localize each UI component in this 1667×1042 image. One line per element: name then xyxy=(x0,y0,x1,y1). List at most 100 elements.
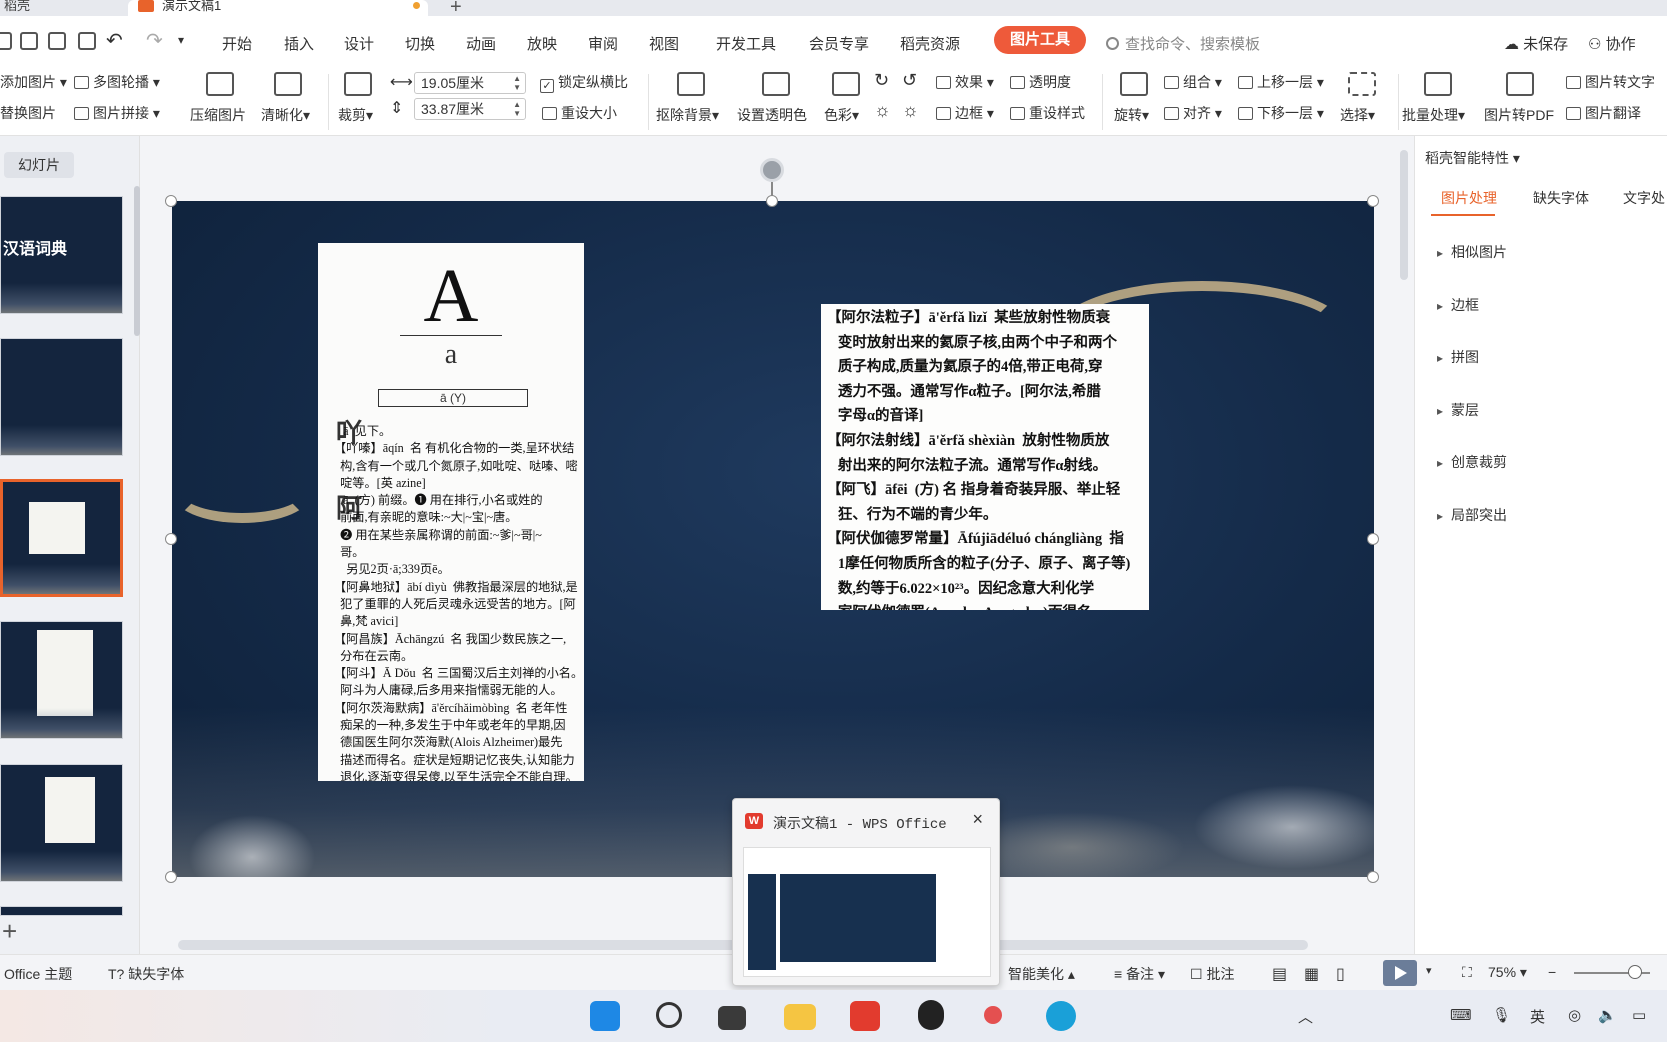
replace-image-button[interactable]: 替换图片 xyxy=(0,103,56,123)
quick-access-dropdown-icon[interactable]: ▾ xyxy=(178,33,184,47)
width-stepper-icon[interactable]: ▲ ▼ xyxy=(513,74,521,92)
resize-handle[interactable] xyxy=(1367,871,1379,883)
menu-docer-resources[interactable]: 稻壳资源 xyxy=(900,33,960,54)
menu-member[interactable]: 会员专享 xyxy=(809,33,869,54)
dictionary-page-image-right[interactable]: 【阿尔法粒子】ā'ěrfǎ lìzǐ 某些放射性物质衰 变时放射出来的氦原子核,… xyxy=(821,304,1149,610)
tab-image-processing[interactable]: 图片处理 xyxy=(1441,188,1497,208)
theme-name[interactable]: Office 主题 xyxy=(4,964,72,984)
brightness-down-icon[interactable]: ↺ xyxy=(902,70,917,91)
slide-thumbnail-6[interactable] xyxy=(0,906,123,916)
file-menu-icon[interactable] xyxy=(0,32,12,50)
height-stepper-icon[interactable]: ▲ ▼ xyxy=(513,100,521,118)
current-slide[interactable]: A a ā (Y) 吖 阿 ā 见下。 【吖嗪】āqín 名 有机化合物的一类,… xyxy=(172,201,1374,877)
preview-thumbnail[interactable] xyxy=(743,847,991,977)
add-image-button[interactable]: 添加图片 ▾ xyxy=(0,72,67,92)
image-merge-button[interactable]: 图片拼接 ▾ xyxy=(74,103,160,123)
menu-animation[interactable]: 动画 xyxy=(466,33,496,54)
start-menu-icon[interactable] xyxy=(590,1001,620,1031)
group-button[interactable]: 组合 ▾ xyxy=(1164,72,1222,92)
reading-view-icon[interactable]: ▯ xyxy=(1336,964,1345,984)
item-local-highlight[interactable]: 局部突出 xyxy=(1437,505,1507,525)
slide-thumbnail-5[interactable] xyxy=(0,764,123,882)
bring-forward-button[interactable]: 上移一层 ▾ xyxy=(1238,72,1324,92)
height-field[interactable]: 33.87厘米 ▲ ▼ xyxy=(414,98,526,120)
panel-title[interactable]: 稻壳智能特性 ▾ xyxy=(1425,148,1520,168)
multi-carousel-button[interactable]: 多图轮播 ▾ xyxy=(74,72,160,92)
normal-view-icon[interactable]: ▤ xyxy=(1272,964,1287,984)
item-creative-crop[interactable]: 创意裁剪 xyxy=(1437,452,1507,472)
contrast-down-icon[interactable]: ☼ xyxy=(902,100,919,121)
command-search[interactable]: 查找命令、搜索模板 xyxy=(1106,33,1260,54)
menu-design[interactable]: 设计 xyxy=(344,33,374,54)
rotate-button[interactable]: 旋转▾ xyxy=(1114,105,1149,125)
menu-transition[interactable]: 切换 xyxy=(405,33,435,54)
compress-image-button[interactable]: 压缩图片 xyxy=(190,105,246,125)
contrast-up-icon[interactable]: ☼ xyxy=(874,100,891,121)
slide-thumbnail-1[interactable]: 汉语词典 xyxy=(0,196,123,314)
file-explorer-icon[interactable] xyxy=(784,1004,816,1030)
resize-handle[interactable] xyxy=(1367,533,1379,545)
resize-handle[interactable] xyxy=(766,195,778,207)
redo-icon[interactable]: ↷ xyxy=(146,28,163,53)
item-mask[interactable]: 蒙层 xyxy=(1437,400,1479,420)
width-field[interactable]: 19.05厘米 ▲ ▼ xyxy=(414,72,526,94)
collaborate-button[interactable]: ⚇ 协作 xyxy=(1588,33,1636,54)
search-icon[interactable] xyxy=(656,1002,682,1028)
slide-thumbnail-2[interactable] xyxy=(0,338,123,456)
crop-button[interactable]: 裁剪▾ xyxy=(338,105,373,125)
transparency-button[interactable]: 透明度 xyxy=(1010,72,1071,92)
recorder-icon[interactable] xyxy=(984,1006,1002,1024)
batch-process-button[interactable]: 批量处理▾ xyxy=(1402,105,1465,125)
taskbar-window-preview[interactable]: W 演示文稿1 - WPS Office × xyxy=(732,798,1000,986)
effect-button[interactable]: 效果 ▾ xyxy=(936,72,994,92)
remove-background-button[interactable]: 抠除背景▾ xyxy=(656,105,719,125)
item-border[interactable]: 边框 xyxy=(1437,295,1479,315)
set-transparent-color-button[interactable]: 设置透明色 xyxy=(737,105,807,125)
slide-thumbnail-4[interactable] xyxy=(0,621,123,739)
add-slide-button[interactable]: + xyxy=(2,916,17,947)
select-button[interactable]: 选择▾ xyxy=(1340,105,1375,125)
resize-handle[interactable] xyxy=(1367,195,1379,207)
dictionary-page-image-left[interactable]: A a ā (Y) 吖 阿 ā 见下。 【吖嗪】āqín 名 有机化合物的一类,… xyxy=(318,243,584,781)
menu-slideshow[interactable]: 放映 xyxy=(527,33,557,54)
menu-insert[interactable]: 插入 xyxy=(284,33,314,54)
tab-picture-tools[interactable]: 图片工具 xyxy=(994,26,1087,54)
resize-handle[interactable] xyxy=(165,195,177,207)
item-similar-images[interactable]: 相似图片 xyxy=(1437,242,1507,262)
rotate-handle-icon[interactable] xyxy=(760,158,784,182)
resize-handle[interactable] xyxy=(165,871,177,883)
play-slideshow-button[interactable] xyxy=(1383,960,1417,986)
network-icon[interactable]: ◎ xyxy=(1568,1006,1581,1024)
item-collage[interactable]: 拼图 xyxy=(1437,347,1479,367)
close-icon[interactable]: × xyxy=(972,809,983,830)
menu-developer[interactable]: 开发工具 xyxy=(716,33,776,54)
undo-icon[interactable]: ↶ xyxy=(106,28,123,53)
tab-slides[interactable]: 幻灯片 xyxy=(4,152,74,178)
tab-home[interactable]: 稻壳 xyxy=(0,0,120,16)
brightness-up-icon[interactable]: ↻ xyxy=(874,70,889,91)
zoom-level[interactable]: 75% ▾ xyxy=(1488,964,1527,981)
menu-home[interactable]: 开始 xyxy=(222,33,252,54)
border-button[interactable]: 边框 ▾ xyxy=(936,103,994,123)
play-options-dropdown-icon[interactable]: ▾ xyxy=(1426,964,1432,977)
input-language[interactable]: 英 xyxy=(1530,1006,1545,1027)
comment-button[interactable]: ☐ 批注 xyxy=(1190,964,1234,984)
slide-thumbnail-3[interactable] xyxy=(0,479,123,597)
tab-document[interactable]: 演示文稿1 xyxy=(128,0,428,16)
tray-expand-icon[interactable]: ︿ xyxy=(1298,1006,1313,1027)
menu-view[interactable]: 视图 xyxy=(649,33,679,54)
sharpen-button[interactable]: 清晰化▾ xyxy=(261,105,310,125)
keyboard-icon[interactable]: ⌨ xyxy=(1450,1006,1472,1024)
microphone-icon[interactable]: 🎙 xyxy=(1492,1006,1511,1024)
volume-icon[interactable]: 🔈 xyxy=(1598,1006,1617,1024)
unsaved-status[interactable]: ☁ 未保存 xyxy=(1504,33,1568,54)
align-button[interactable]: 对齐 ▾ xyxy=(1164,103,1222,123)
save-icon[interactable] xyxy=(20,32,38,50)
slide-sorter-icon[interactable]: ▦ xyxy=(1304,964,1319,984)
reset-style-button[interactable]: 重设样式 xyxy=(1010,103,1085,123)
wps-office-icon[interactable] xyxy=(850,1001,880,1031)
menu-review[interactable]: 审阅 xyxy=(588,33,618,54)
tab-missing-fonts[interactable]: 缺失字体 xyxy=(1533,188,1589,208)
image-to-pdf-button[interactable]: 图片转PDF xyxy=(1484,105,1554,125)
qq-icon[interactable] xyxy=(918,1000,944,1030)
